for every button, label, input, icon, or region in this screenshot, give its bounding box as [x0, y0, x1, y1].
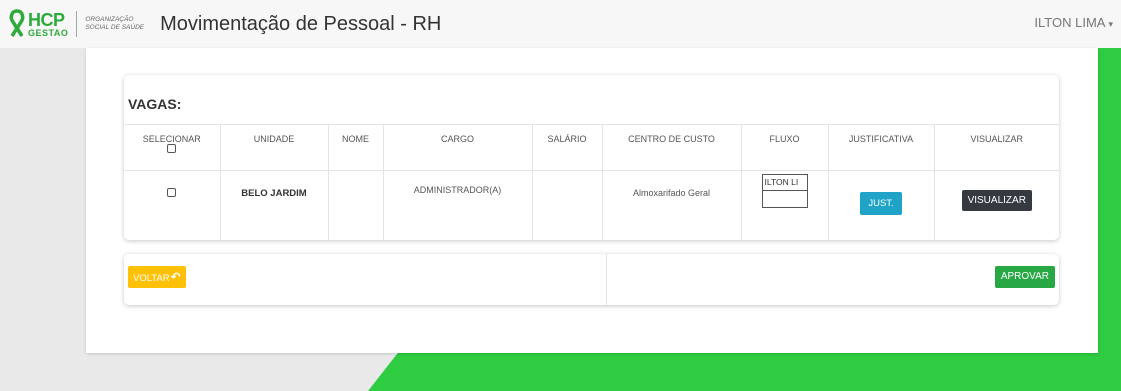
col-header-visualizar: VISUALIZAR — [933, 124, 1059, 171]
col-header-unidade: UNIDADE — [219, 124, 328, 171]
row-checkbox[interactable] — [167, 188, 177, 197]
col-header-centro-custo: CENTRO DE CUSTO — [601, 124, 741, 171]
actions-card: VOLTAR↶ APROVAR — [124, 254, 1059, 305]
voltar-button[interactable]: VOLTAR↶ — [128, 266, 186, 288]
table-row: BELO JARDIM ADMINISTRADOR(A) Almoxarifad… — [124, 170, 1059, 240]
logo-hcp-text: HCP — [28, 9, 65, 30]
cell-justificativa: JUST. — [827, 170, 934, 240]
cell-visualizar: VISUALIZAR — [933, 170, 1059, 240]
cell-cargo: ADMINISTRADOR(A) — [382, 170, 532, 240]
fluxo-field[interactable]: ILTON LI — [761, 174, 808, 208]
main-card: VAGAS: SELECIONAR UNIDADE NOME CARGO SAL… — [86, 48, 1098, 353]
cell-unidade: BELO JARDIM — [219, 170, 328, 240]
hcp-logo[interactable]: HCP GESTAO ORGANIZAÇÃO SOCIAL DE SAÚDE — [8, 9, 144, 39]
aprovar-button[interactable]: APROVAR — [994, 266, 1055, 288]
col-header-nome: NOME — [327, 124, 383, 171]
fluxo-value: ILTON LI — [762, 175, 807, 191]
visualizar-button[interactable]: VISUALIZAR — [961, 190, 1032, 211]
cell-nome — [327, 170, 383, 240]
cell-salario — [531, 170, 602, 240]
just-button[interactable]: JUST. — [860, 192, 902, 215]
vagas-table: SELECIONAR UNIDADE NOME CARGO SALÁRIO CE… — [124, 124, 1059, 240]
vagas-title: VAGAS: — [128, 96, 182, 112]
user-name: ILTON LIMA — [1034, 15, 1106, 30]
undo-icon: ↶ — [170, 270, 181, 284]
table-header-row: SELECIONAR UNIDADE NOME CARGO SALÁRIO CE… — [124, 124, 1059, 171]
voltar-label: VOLTAR — [133, 273, 170, 284]
chevron-down-icon: ▾ — [1108, 19, 1113, 29]
col-header-selecionar: SELECIONAR — [124, 124, 220, 171]
col-header-justificativa: JUSTIFICATIVA — [827, 124, 934, 171]
ribbon-logo-icon — [8, 9, 26, 39]
logo-org-line1: ORGANIZAÇÃO — [85, 16, 134, 24]
cell-centro-custo: Almoxarifado Geral — [601, 170, 741, 240]
col-header-salario: SALÁRIO — [531, 124, 602, 171]
col-header-cargo: CARGO — [382, 124, 532, 171]
logo-gestao-text: GESTAO — [28, 27, 69, 38]
fluxo-empty-input[interactable] — [763, 191, 807, 207]
top-navbar: HCP GESTAO ORGANIZAÇÃO SOCIAL DE SAÚDE M… — [0, 0, 1121, 48]
page-title: Movimentação de Pessoal - RH — [160, 12, 442, 35]
actions-divider — [606, 254, 607, 305]
logo-org-line2: SOCIAL DE SAÚDE — [85, 24, 145, 31]
vagas-card: VAGAS: SELECIONAR UNIDADE NOME CARGO SAL… — [124, 75, 1059, 240]
select-all-checkbox[interactable] — [167, 144, 177, 153]
cell-selecionar — [124, 170, 220, 240]
user-menu[interactable]: ILTON LIMA ▾ — [1034, 15, 1113, 30]
cell-fluxo: ILTON LI — [740, 170, 828, 240]
logo-divider — [76, 11, 78, 37]
col-header-fluxo: FLUXO — [740, 124, 828, 171]
